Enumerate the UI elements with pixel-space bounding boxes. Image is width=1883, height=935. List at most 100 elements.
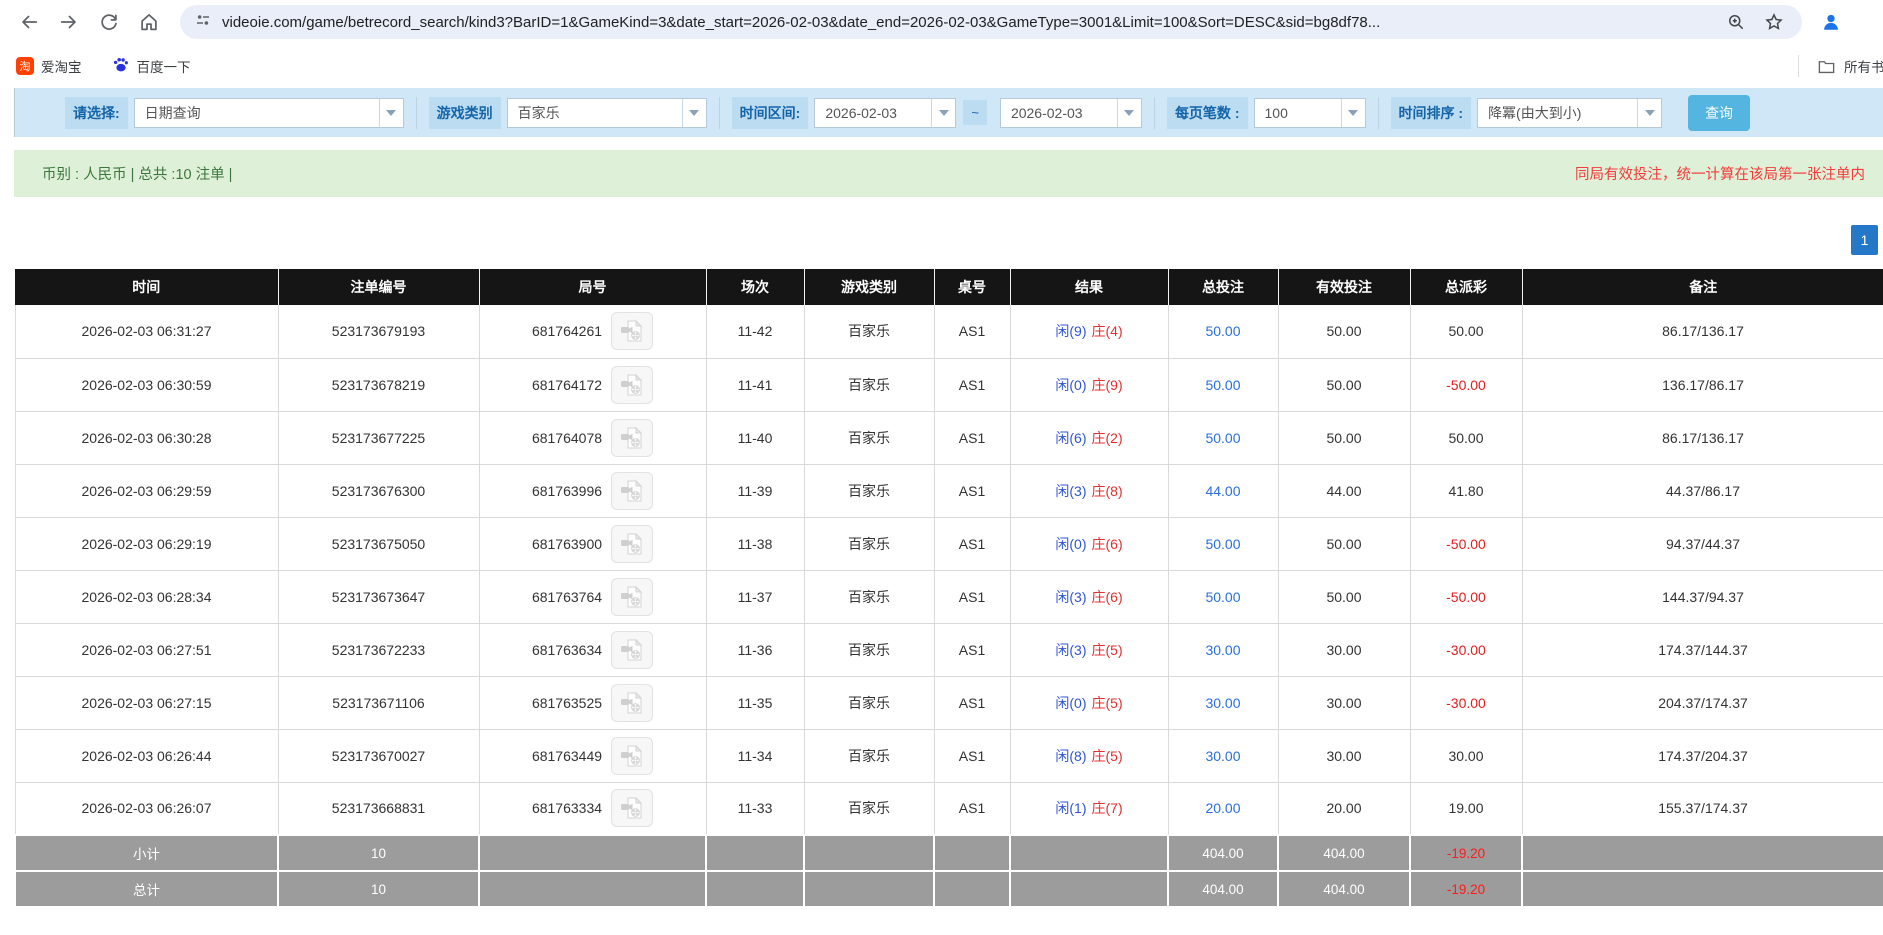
cell-table-no: AS1 xyxy=(934,517,1010,570)
site-info-icon[interactable] xyxy=(194,11,212,34)
browser-toolbar: videoie.com/game/betrecord_search/kind3?… xyxy=(0,0,1883,44)
bookmark-taobao[interactable]: 淘 爱淘宝 xyxy=(16,56,82,76)
cell-game-type: 百家乐 xyxy=(804,676,934,729)
forward-button[interactable] xyxy=(50,3,88,41)
cell-remark: 136.17/86.17 xyxy=(1522,358,1883,411)
video-replay-button[interactable] xyxy=(611,525,653,563)
result-player: 闲(9) xyxy=(1055,323,1086,339)
notice-text: 同局有效投注，统一计算在该局第一张注单内 xyxy=(1575,163,1865,184)
cell-time: 2026-02-03 06:29:59 xyxy=(15,464,278,517)
video-icon xyxy=(619,796,645,820)
result-banker: 庄(6) xyxy=(1092,589,1123,605)
col-header-payout: 总派彩 xyxy=(1410,269,1522,305)
date-end-input[interactable]: 2026-02-03 xyxy=(1000,98,1142,128)
game-type-dropdown[interactable]: 百家乐 xyxy=(507,98,707,128)
cell-payout: -30.00 xyxy=(1410,676,1522,729)
chevron-down-icon[interactable] xyxy=(931,99,955,127)
video-replay-button[interactable] xyxy=(611,312,653,350)
cell-bet-id: 523173671106 xyxy=(278,676,479,729)
result-player: 闲(3) xyxy=(1055,483,1086,499)
cell-session: 11-37 xyxy=(706,570,804,623)
cell-bet-id: 523173678219 xyxy=(278,358,479,411)
cell-game-type: 百家乐 xyxy=(804,411,934,464)
total-bet-link[interactable]: 30.00 xyxy=(1205,695,1240,711)
search-button[interactable]: 查询 xyxy=(1688,95,1750,131)
url-text[interactable]: videoie.com/game/betrecord_search/kind3?… xyxy=(222,14,1712,31)
home-button[interactable] xyxy=(130,3,168,41)
page-size-dropdown[interactable]: 100 xyxy=(1254,98,1366,128)
date-start-input[interactable]: 2026-02-03 xyxy=(814,98,956,128)
col-header-table-no: 桌号 xyxy=(934,269,1010,305)
chevron-down-icon[interactable] xyxy=(1117,99,1141,127)
cell-remark: 86.17/136.17 xyxy=(1522,305,1883,358)
bookmark-baidu[interactable]: 百度一下 xyxy=(112,56,191,77)
cell-valid-bet: 44.00 xyxy=(1278,464,1410,517)
foot-valid-bet: 404.00 xyxy=(1278,835,1410,871)
total-bet-link[interactable]: 50.00 xyxy=(1205,536,1240,552)
video-replay-button[interactable] xyxy=(611,578,653,616)
video-icon xyxy=(619,373,645,397)
cell-session: 11-42 xyxy=(706,305,804,358)
video-replay-button[interactable] xyxy=(611,737,653,775)
cell-remark: 204.37/174.37 xyxy=(1522,676,1883,729)
result-banker: 庄(8) xyxy=(1092,483,1123,499)
total-bet-link[interactable]: 30.00 xyxy=(1205,748,1240,764)
sort-dropdown[interactable]: 降冪(由大到小) xyxy=(1477,98,1662,128)
video-replay-button[interactable] xyxy=(611,366,653,404)
bookmark-star-icon[interactable] xyxy=(1760,8,1788,36)
cell-time: 2026-02-03 06:27:15 xyxy=(15,676,278,729)
chevron-down-icon[interactable] xyxy=(1637,99,1661,127)
video-replay-button[interactable] xyxy=(611,419,653,457)
query-type-dropdown[interactable]: 日期查询 xyxy=(134,98,404,128)
round-number: 681763996 xyxy=(532,483,602,499)
back-button[interactable] xyxy=(10,3,48,41)
table-row: 2026-02-03 06:26:44 523173670027 6817634… xyxy=(15,729,1883,782)
col-header-time: 时间 xyxy=(15,269,278,305)
cell-remark: 155.37/174.37 xyxy=(1522,782,1883,835)
reload-button[interactable] xyxy=(90,3,128,41)
chevron-down-icon[interactable] xyxy=(1341,99,1365,127)
page-size-label: 每页笔数 : xyxy=(1167,97,1248,129)
filter-group-sort: 时间排序 : 降冪(由大到小) xyxy=(1391,97,1675,129)
video-icon xyxy=(619,638,645,662)
total-bet-link[interactable]: 50.00 xyxy=(1205,377,1240,393)
chevron-down-icon[interactable] xyxy=(379,99,403,127)
video-replay-button[interactable] xyxy=(611,684,653,722)
total-bet-link[interactable]: 50.00 xyxy=(1205,430,1240,446)
cell-table-no: AS1 xyxy=(934,729,1010,782)
table-footer: 小计 10 404.00 404.00 -19.20 总计 10 404.00 … xyxy=(15,835,1883,907)
page-button-1[interactable]: 1 xyxy=(1851,225,1878,255)
cell-game-type: 百家乐 xyxy=(804,358,934,411)
result-player: 闲(0) xyxy=(1055,695,1086,711)
total-bet-link[interactable]: 50.00 xyxy=(1205,589,1240,605)
total-bet-link[interactable]: 50.00 xyxy=(1205,323,1240,339)
cell-valid-bet: 50.00 xyxy=(1278,517,1410,570)
video-replay-button[interactable] xyxy=(611,789,653,827)
profile-avatar-icon[interactable] xyxy=(1814,5,1848,39)
game-type-label: 游戏类别 xyxy=(429,97,501,129)
total-bet-link[interactable]: 44.00 xyxy=(1205,483,1240,499)
cell-remark: 86.17/136.17 xyxy=(1522,411,1883,464)
result-banker: 庄(5) xyxy=(1092,695,1123,711)
chevron-down-icon[interactable] xyxy=(682,99,706,127)
round-number: 681763449 xyxy=(532,748,602,764)
zoom-icon[interactable] xyxy=(1722,8,1750,36)
video-replay-button[interactable] xyxy=(611,631,653,669)
cell-game-type: 百家乐 xyxy=(804,729,934,782)
total-bet-link[interactable]: 20.00 xyxy=(1205,800,1240,816)
col-header-valid-bet: 有效投注 xyxy=(1278,269,1410,305)
table-row: 2026-02-03 06:29:59 523173676300 6817639… xyxy=(15,464,1883,517)
total-bet-link[interactable]: 30.00 xyxy=(1205,642,1240,658)
video-icon xyxy=(619,532,645,556)
cell-session: 11-40 xyxy=(706,411,804,464)
cell-table-no: AS1 xyxy=(934,676,1010,729)
baidu-paw-icon xyxy=(112,56,130,77)
all-bookmarks-button[interactable]: 所有书签 xyxy=(1798,44,1883,88)
url-bar[interactable]: videoie.com/game/betrecord_search/kind3?… xyxy=(180,5,1802,39)
cell-bet-id: 523173672233 xyxy=(278,623,479,676)
foot-label: 小计 xyxy=(15,835,278,871)
foot-total-bet: 404.00 xyxy=(1168,871,1278,907)
video-icon xyxy=(619,479,645,503)
video-icon xyxy=(619,744,645,768)
video-replay-button[interactable] xyxy=(611,472,653,510)
